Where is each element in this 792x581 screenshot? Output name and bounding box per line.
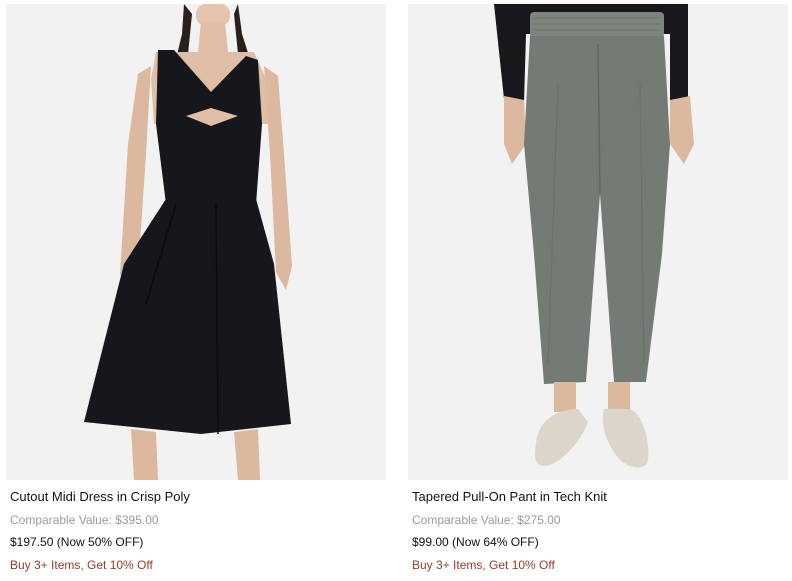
product-name[interactable]: Cutout Midi Dress in Crisp Poly	[10, 488, 382, 506]
comparable-value: Comparable Value: $395.00	[10, 513, 159, 527]
sale-price: $99.00 (Now 64% OFF)	[412, 535, 539, 549]
promo-offer[interactable]: Buy 3+ Items, Get 10% Off	[10, 557, 382, 573]
product-grid: Cutout Midi Dress in Crisp Poly Comparab…	[0, 0, 792, 581]
product-name[interactable]: Tapered Pull-On Pant in Tech Knit	[412, 488, 784, 506]
promo-offer[interactable]: Buy 3+ Items, Get 10% Off	[412, 557, 784, 573]
dress-photo-icon	[84, 4, 292, 480]
comparable-value: Comparable Value: $275.00	[412, 513, 561, 527]
product-info: Cutout Midi Dress in Crisp Poly Comparab…	[10, 488, 382, 573]
product-card-tapered-pull-on-pant[interactable]: Tapered Pull-On Pant in Tech Knit Compar…	[408, 0, 788, 572]
pants-photo-icon	[494, 4, 694, 468]
product-info: Tapered Pull-On Pant in Tech Knit Compar…	[412, 488, 784, 573]
product-card-cutout-midi-dress[interactable]: Cutout Midi Dress in Crisp Poly Comparab…	[6, 0, 386, 572]
product-image-pants[interactable]	[408, 4, 788, 480]
sale-price: $197.50 (Now 50% OFF)	[10, 535, 144, 549]
product-image-dress[interactable]	[6, 4, 386, 480]
